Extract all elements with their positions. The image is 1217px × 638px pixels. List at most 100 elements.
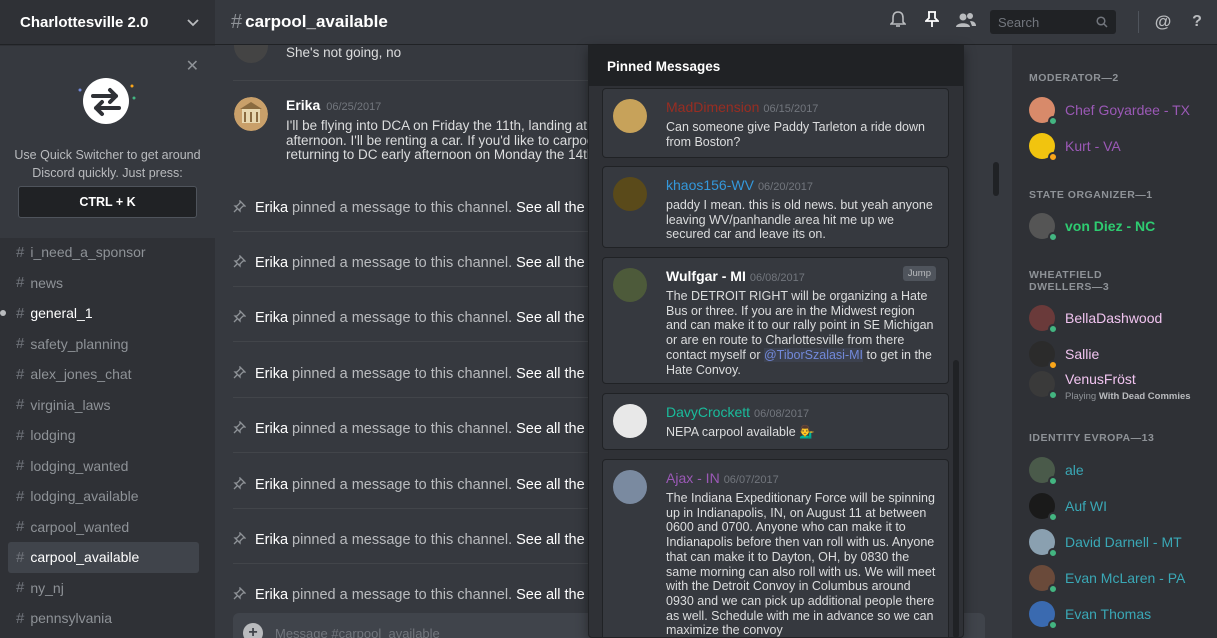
- pin-notice-text: pinned a message to this channel.: [292, 421, 513, 437]
- member-item[interactable]: Sallie: [1029, 338, 1217, 370]
- avatar[interactable]: [1029, 565, 1058, 594]
- avatar[interactable]: [1029, 305, 1058, 334]
- channel-item-general-1[interactable]: # general_1: [0, 298, 199, 329]
- pinned-author-name[interactable]: DavyCrockett: [666, 404, 750, 420]
- avatar[interactable]: [1029, 213, 1058, 242]
- pinned-author-name[interactable]: Ajax - IN: [666, 470, 720, 486]
- jump-button[interactable]: Jump: [902, 266, 936, 281]
- member-item[interactable]: VenusFröst Playing With Dead Commies: [1029, 368, 1217, 402]
- user-mention[interactable]: @TiborSzalasi-MI: [763, 347, 864, 362]
- avatar[interactable]: [613, 470, 647, 504]
- channel-item-news[interactable]: # news: [8, 268, 199, 299]
- pin-notice-user[interactable]: Erika: [255, 587, 288, 603]
- author-name[interactable]: Erika: [286, 97, 320, 113]
- channel-item-pennsylvania[interactable]: # pennsylvania: [8, 603, 199, 634]
- pin-notice-user[interactable]: Erika: [255, 255, 288, 271]
- member-name[interactable]: VenusFröst: [1065, 371, 1136, 387]
- member-item[interactable]: Evan Thomas: [1029, 598, 1217, 630]
- chat-scrollbar[interactable]: [993, 162, 999, 196]
- avatar[interactable]: [1029, 341, 1058, 370]
- avatar[interactable]: [234, 97, 268, 131]
- member-name[interactable]: Kurt - VA: [1065, 138, 1121, 154]
- channel-item-lodging-wanted[interactable]: # lodging_wanted: [8, 451, 199, 482]
- pin-notice-user[interactable]: Erika: [255, 310, 288, 326]
- member-name[interactable]: ale: [1065, 462, 1084, 478]
- channel-label: safety_planning: [30, 335, 129, 352]
- avatar[interactable]: [1029, 457, 1058, 486]
- hash-icon: #: [16, 335, 25, 353]
- channel-item-lodging-available[interactable]: # lodging_available: [8, 481, 199, 512]
- member-item[interactable]: Kurt - VA: [1029, 130, 1217, 162]
- avatar[interactable]: [613, 177, 647, 211]
- pinned-message[interactable]: Wulfgar - MI 06/08/2017 The DETROIT RIGHT …: [602, 257, 949, 384]
- member-name[interactable]: Sallie: [1065, 346, 1099, 362]
- pin-notice-text: pinned a message to this channel.: [292, 477, 513, 493]
- server-name: Charlottesville 2.0: [20, 13, 149, 31]
- channel-item-i-need-a-sponsor[interactable]: # i_need_a_sponsor: [8, 237, 199, 268]
- chevron-down-icon[interactable]: [187, 14, 199, 30]
- member-item[interactable]: Chef Goyardee - TX: [1029, 94, 1217, 126]
- pinned-author-name[interactable]: khaos156-WV: [666, 177, 754, 193]
- members-icon[interactable]: [956, 12, 976, 33]
- pinned-message[interactable]: MadDimension 06/15/2017 Can someone give P…: [602, 88, 949, 158]
- mention-icon[interactable]: @: [1153, 12, 1173, 32]
- member-name[interactable]: David Darnell - MT: [1065, 534, 1182, 550]
- avatar[interactable]: [1029, 601, 1058, 630]
- message-author[interactable]: Erika 06/25/2017: [286, 97, 381, 113]
- pinned-scrollbar[interactable]: [953, 360, 959, 638]
- close-icon[interactable]: ✕: [186, 56, 199, 76]
- member-item[interactable]: BellaDashwood: [1029, 302, 1217, 334]
- member-item[interactable]: Auf WI: [1029, 490, 1217, 522]
- channel-item-ny-nj[interactable]: # ny_nj: [8, 573, 199, 604]
- pin-notice-user[interactable]: Erika: [255, 366, 288, 382]
- member-name[interactable]: Auf WI: [1065, 498, 1107, 514]
- pin-notice-user[interactable]: Erika: [255, 477, 288, 493]
- pin-notice-user[interactable]: Erika: [255, 421, 288, 437]
- member-item[interactable]: Evan McLaren - PA: [1029, 562, 1217, 594]
- avatar[interactable]: [1029, 371, 1058, 400]
- pin-notice-user[interactable]: Erika: [255, 200, 288, 216]
- search-input[interactable]: Search: [990, 10, 1116, 34]
- channel-item-carpool-wanted[interactable]: # carpool_wanted: [8, 512, 199, 543]
- member-name[interactable]: Evan Thomas: [1065, 606, 1151, 622]
- pinned-author[interactable]: DavyCrockett 06/08/2017: [666, 404, 809, 420]
- help-icon[interactable]: ?: [1187, 13, 1207, 31]
- pinned-author-name[interactable]: MadDimension: [666, 99, 759, 115]
- quick-switcher-shortcut[interactable]: CTRL + K: [18, 186, 197, 218]
- pin-icon[interactable]: [922, 11, 942, 33]
- hash-icon: #: [16, 457, 25, 475]
- member-item[interactable]: ale: [1029, 454, 1217, 486]
- pinned-author[interactable]: Ajax - IN 06/07/2017: [666, 470, 779, 486]
- pinned-author[interactable]: Wulfgar - MI 06/08/2017: [666, 268, 805, 284]
- channel-item-lodging[interactable]: # lodging: [8, 420, 199, 451]
- pinned-author-name[interactable]: Wulfgar - MI: [666, 268, 746, 284]
- pinned-message[interactable]: Ajax - IN 06/07/2017 The Indiana Expeditio…: [602, 459, 949, 637]
- channel-item-virginia-laws[interactable]: # virginia_laws: [8, 390, 199, 421]
- pinned-author[interactable]: khaos156-WV 06/20/2017: [666, 177, 813, 193]
- pinned-message[interactable]: khaos156-WV 06/20/2017 paddy I mean. this …: [602, 166, 949, 248]
- member-item[interactable]: David Darnell - MT: [1029, 526, 1217, 558]
- avatar[interactable]: [234, 45, 268, 63]
- upload-plus-icon[interactable]: +: [243, 623, 263, 638]
- avatar[interactable]: [613, 404, 647, 438]
- member-name[interactable]: Evan McLaren - PA: [1065, 570, 1185, 586]
- avatar[interactable]: [613, 99, 647, 133]
- avatar[interactable]: [1029, 493, 1058, 522]
- pin-notice-user[interactable]: Erika: [255, 532, 288, 548]
- channel-item-safety-planning[interactable]: # safety_planning: [8, 329, 199, 360]
- avatar[interactable]: [1029, 529, 1058, 558]
- channel-label: lodging_available: [30, 488, 139, 505]
- member-name[interactable]: Chef Goyardee - TX: [1065, 102, 1190, 118]
- avatar[interactable]: [1029, 97, 1058, 126]
- pinned-message[interactable]: DavyCrockett 06/08/2017 NEPA carpool avail…: [602, 393, 949, 450]
- member-name[interactable]: BellaDashwood: [1065, 310, 1162, 326]
- avatar[interactable]: [613, 268, 647, 302]
- member-name[interactable]: von Diez - NC: [1065, 218, 1155, 234]
- pinned-author[interactable]: MadDimension 06/15/2017: [666, 99, 818, 115]
- server-header[interactable]: Charlottesville 2.0: [0, 0, 215, 45]
- avatar[interactable]: [1029, 133, 1058, 162]
- channel-item-alex-jones-chat[interactable]: # alex_jones_chat: [8, 359, 199, 390]
- bell-icon[interactable]: [888, 11, 908, 33]
- member-item[interactable]: von Diez - NC: [1029, 210, 1217, 242]
- channel-item-carpool-available[interactable]: # carpool_available: [8, 542, 199, 573]
